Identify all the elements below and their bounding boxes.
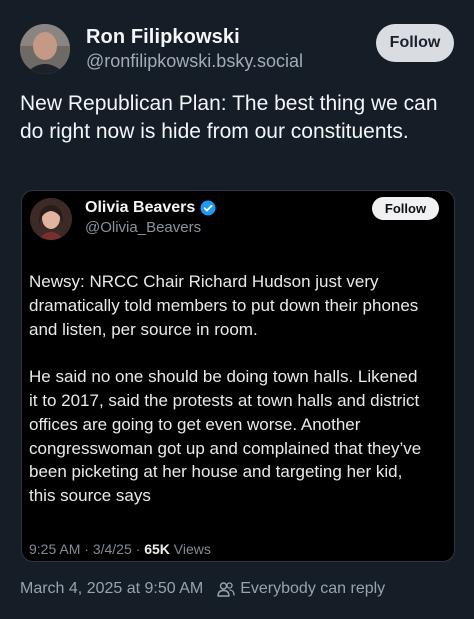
- quoted-post-meta: 9:25 AM · 3/4/25 · 65K Views: [29, 541, 211, 557]
- quoted-follow-button[interactable]: Follow: [372, 197, 439, 220]
- meta-separator: ·: [135, 541, 141, 557]
- views-count: 65K: [144, 541, 170, 557]
- post-text: New Republican Plan: The best thing we c…: [20, 92, 438, 143]
- quoted-author-name[interactable]: Olivia Beavers: [85, 199, 195, 217]
- meta-separator: ·: [84, 541, 89, 557]
- author-avatar[interactable]: [20, 24, 70, 74]
- post-timestamp[interactable]: March 4, 2025 at 9:50 AM: [20, 580, 203, 598]
- quoted-paragraph: He said no one should be doing town hall…: [29, 367, 422, 506]
- quoted-author-avatar[interactable]: [30, 198, 72, 240]
- verified-badge-icon: [200, 200, 216, 216]
- quoted-author-handle[interactable]: @Olivia_Beavers: [85, 219, 201, 236]
- reply-setting[interactable]: Everybody can reply: [240, 580, 385, 598]
- author-handle[interactable]: @ronfilipkowski.bsky.social: [86, 51, 303, 72]
- people-icon: [217, 582, 235, 597]
- quoted-author-name-row[interactable]: Olivia Beavers: [85, 199, 216, 217]
- quoted-time[interactable]: 9:25 AM: [29, 541, 80, 557]
- quoted-post-text: Newsy: NRCC Chair Richard Hudson just ve…: [29, 270, 429, 532]
- views-label: Views: [173, 541, 211, 557]
- follow-button[interactable]: Follow: [376, 24, 454, 62]
- quoted-post[interactable]: Olivia Beavers @Olivia_Beavers Follow Ne…: [21, 190, 455, 562]
- author-name[interactable]: Ron Filipkowski: [86, 26, 240, 49]
- post-footer: March 4, 2025 at 9:50 AM Everybody can r…: [20, 580, 385, 598]
- quoted-date[interactable]: 3/4/25: [93, 541, 132, 557]
- post-card: Ron Filipkowski @ronfilipkowski.bsky.soc…: [0, 0, 474, 619]
- quoted-paragraph: Newsy: NRCC Chair Richard Hudson just ve…: [29, 272, 419, 339]
